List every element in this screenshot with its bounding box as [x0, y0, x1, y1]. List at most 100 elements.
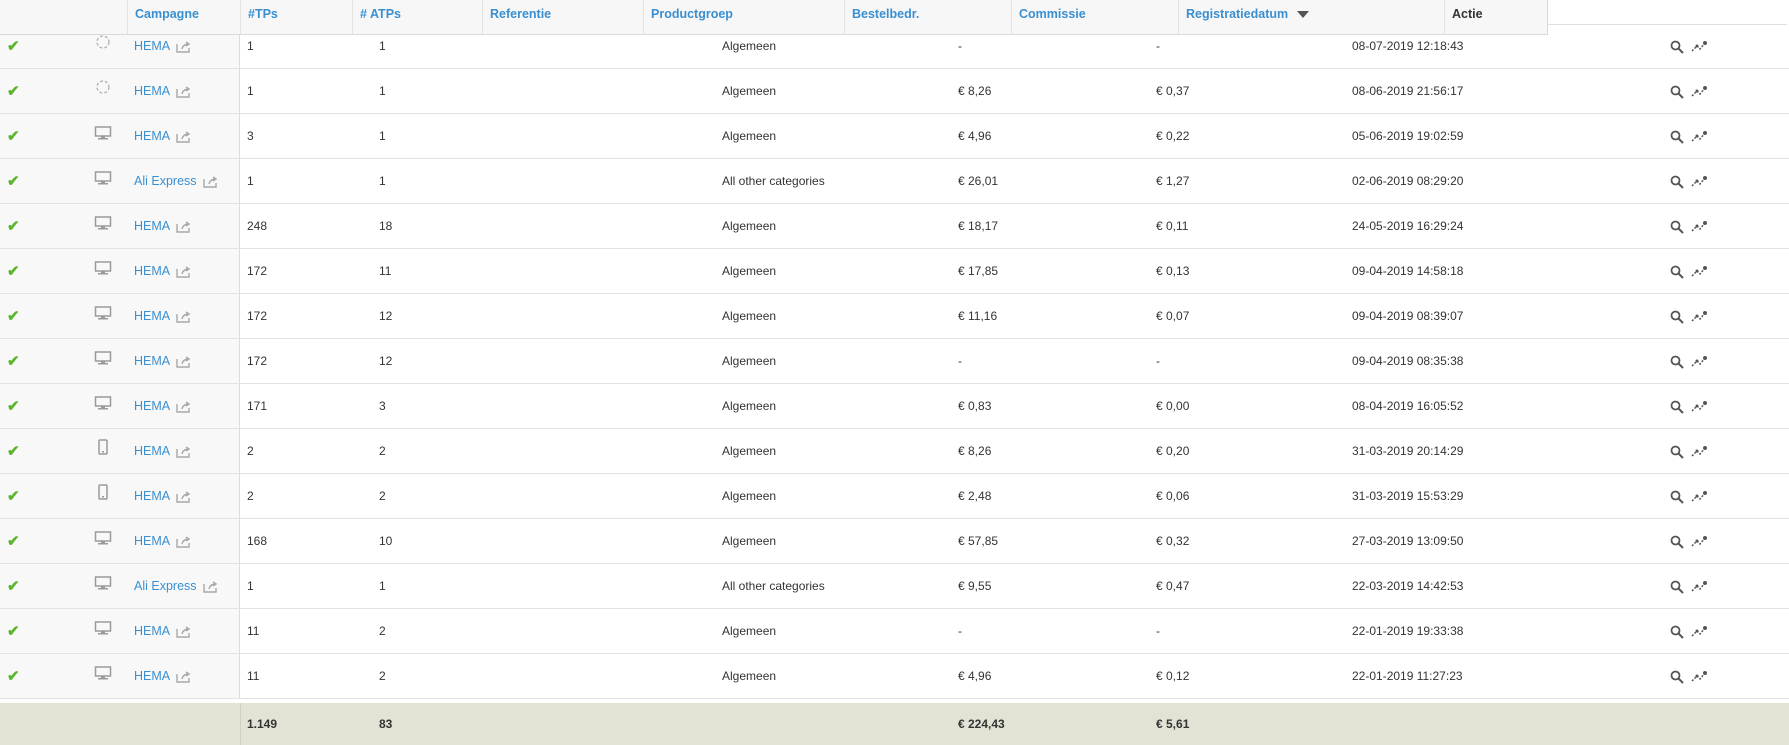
- row-actions: [1670, 564, 1714, 609]
- check-icon: ✔: [7, 443, 20, 460]
- tracking-icon[interactable]: [1690, 624, 1714, 638]
- campaign-link[interactable]: HEMA: [134, 339, 192, 384]
- campaign-name[interactable]: HEMA: [134, 264, 170, 278]
- campaign-link[interactable]: HEMA: [134, 474, 192, 519]
- table-row[interactable]: ✔ Ali Express 1 1 All other categories € 26,0…: [0, 159, 1789, 204]
- campaign-link[interactable]: HEMA: [134, 429, 192, 474]
- table-row[interactable]: ✔ HEMA 1 1 Algemeen € 8,26 € 0,37 08-06-2019 21…: [0, 69, 1789, 114]
- search-icon[interactable]: [1670, 39, 1690, 54]
- search-icon[interactable]: [1670, 624, 1690, 639]
- campaign-name[interactable]: HEMA: [134, 624, 170, 638]
- search-icon[interactable]: [1670, 309, 1690, 324]
- tracking-icon[interactable]: [1690, 489, 1714, 503]
- campaign-name[interactable]: HEMA: [134, 534, 170, 548]
- tracking-icon[interactable]: [1690, 399, 1714, 413]
- campaign-name[interactable]: HEMA: [134, 39, 170, 53]
- campaign-name[interactable]: HEMA: [134, 84, 170, 98]
- tracking-icon[interactable]: [1690, 219, 1714, 233]
- campaign-link[interactable]: HEMA: [134, 654, 192, 699]
- campaign-name[interactable]: HEMA: [134, 489, 170, 503]
- column-header-commissie[interactable]: Commissie: [1011, 0, 1178, 34]
- campaign-name[interactable]: HEMA: [134, 444, 170, 458]
- campaign-link[interactable]: HEMA: [134, 204, 192, 249]
- external-link-icon[interactable]: [170, 399, 192, 413]
- campaign-link[interactable]: HEMA: [134, 114, 192, 159]
- campaign-name[interactable]: HEMA: [134, 309, 170, 323]
- tracking-icon[interactable]: [1690, 354, 1714, 368]
- search-icon[interactable]: [1670, 399, 1690, 414]
- search-icon[interactable]: [1670, 174, 1690, 189]
- tracking-icon[interactable]: [1690, 534, 1714, 548]
- table-row[interactable]: ✔ Ali Express 1 1 All other categories € 9,55…: [0, 564, 1789, 609]
- search-icon[interactable]: [1670, 84, 1690, 99]
- table-row[interactable]: ✔ HEMA 3 1 Algemeen € 4,96 € 0,22 05-06-2019 19…: [0, 114, 1789, 159]
- tracking-icon[interactable]: [1690, 309, 1714, 323]
- tracking-icon[interactable]: [1690, 129, 1714, 143]
- search-icon[interactable]: [1670, 489, 1690, 504]
- table-row[interactable]: ✔ HEMA 2 2 Algemeen € 8,26 € 0,20 31-03-2019 20…: [0, 429, 1789, 474]
- search-icon[interactable]: [1670, 669, 1690, 684]
- tracking-icon[interactable]: [1690, 579, 1714, 593]
- external-link-icon[interactable]: [170, 534, 192, 548]
- column-header-registratiedatum[interactable]: Registratiedatum: [1178, 0, 1444, 34]
- table-row[interactable]: ✔ HEMA 172 11 Algemeen € 17,85 € 0,13 09-04-201…: [0, 249, 1789, 294]
- external-link-icon[interactable]: [170, 309, 192, 323]
- table-row[interactable]: ✔ HEMA 168 10 Algemeen € 57,85 € 0,32 27-03-201…: [0, 519, 1789, 564]
- external-link-icon[interactable]: [170, 129, 192, 143]
- campaign-link[interactable]: HEMA: [134, 294, 192, 339]
- external-link-icon[interactable]: [170, 39, 192, 53]
- cell-atps: 2: [379, 444, 386, 458]
- campaign-link[interactable]: HEMA: [134, 249, 192, 294]
- search-icon[interactable]: [1670, 444, 1690, 459]
- external-link-icon[interactable]: [170, 489, 192, 503]
- external-link-icon[interactable]: [197, 579, 219, 593]
- table-row[interactable]: ✔ HEMA 2 2 Algemeen € 2,48 € 0,06 31-03-2019 15…: [0, 474, 1789, 519]
- tracking-icon[interactable]: [1690, 84, 1714, 98]
- campaign-name[interactable]: Ali Express: [134, 579, 197, 593]
- external-link-icon[interactable]: [170, 669, 192, 683]
- campaign-link[interactable]: HEMA: [134, 519, 192, 564]
- search-icon[interactable]: [1670, 129, 1690, 144]
- tracking-icon[interactable]: [1690, 39, 1714, 53]
- campaign-name[interactable]: HEMA: [134, 354, 170, 368]
- campaign-link[interactable]: HEMA: [134, 384, 192, 429]
- column-header-bestelbedr[interactable]: Bestelbedr.: [844, 0, 1011, 34]
- column-header-productgroep[interactable]: Productgroep: [643, 0, 844, 34]
- column-header-referentie[interactable]: Referentie: [482, 0, 643, 34]
- column-header-atps[interactable]: # ATPs: [352, 0, 482, 34]
- table-row[interactable]: ✔ HEMA 171 3 Algemeen € 0,83 € 0,00 08-04-2019 …: [0, 384, 1789, 429]
- campaign-link[interactable]: Ali Express: [134, 564, 219, 609]
- total-tps: 1.149: [247, 717, 278, 731]
- external-link-icon[interactable]: [170, 354, 192, 368]
- campaign-link[interactable]: Ali Express: [134, 159, 219, 204]
- external-link-icon[interactable]: [170, 264, 192, 278]
- search-icon[interactable]: [1670, 579, 1690, 594]
- tracking-icon[interactable]: [1690, 174, 1714, 188]
- column-header-tps[interactable]: #TPs: [240, 0, 352, 34]
- table-row[interactable]: ✔ HEMA 11 2 Algemeen - - 22-01-2019 19:33:38: [0, 609, 1789, 654]
- tracking-icon[interactable]: [1690, 669, 1714, 683]
- search-icon[interactable]: [1670, 354, 1690, 369]
- table-row[interactable]: ✔ HEMA 172 12 Algemeen - - 09-04-2019 08:35:38: [0, 339, 1789, 384]
- campaign-name[interactable]: Ali Express: [134, 174, 197, 188]
- search-icon[interactable]: [1670, 534, 1690, 549]
- external-link-icon[interactable]: [170, 84, 192, 98]
- search-icon[interactable]: [1670, 264, 1690, 279]
- campaign-name[interactable]: HEMA: [134, 399, 170, 413]
- table-row[interactable]: ✔ HEMA 11 2 Algemeen € 4,96 € 0,12 22-01-2019 1…: [0, 654, 1789, 699]
- external-link-icon[interactable]: [197, 174, 219, 188]
- campaign-name[interactable]: HEMA: [134, 219, 170, 233]
- campaign-name[interactable]: HEMA: [134, 129, 170, 143]
- campaign-link[interactable]: HEMA: [134, 69, 192, 114]
- external-link-icon[interactable]: [170, 624, 192, 638]
- external-link-icon[interactable]: [170, 444, 192, 458]
- table-row[interactable]: ✔ HEMA 172 12 Algemeen € 11,16 € 0,07 09-04-201…: [0, 294, 1789, 339]
- external-link-icon[interactable]: [170, 219, 192, 233]
- tracking-icon[interactable]: [1690, 444, 1714, 458]
- table-header: Campagne #TPs # ATPs Referentie Productg…: [0, 0, 1548, 35]
- table-row[interactable]: ✔ HEMA 248 18 Algemeen € 18,17 € 0,11 24-05-201…: [0, 204, 1789, 249]
- campaign-name[interactable]: HEMA: [134, 669, 170, 683]
- campaign-link[interactable]: HEMA: [134, 609, 192, 654]
- tracking-icon[interactable]: [1690, 264, 1714, 278]
- search-icon[interactable]: [1670, 219, 1690, 234]
